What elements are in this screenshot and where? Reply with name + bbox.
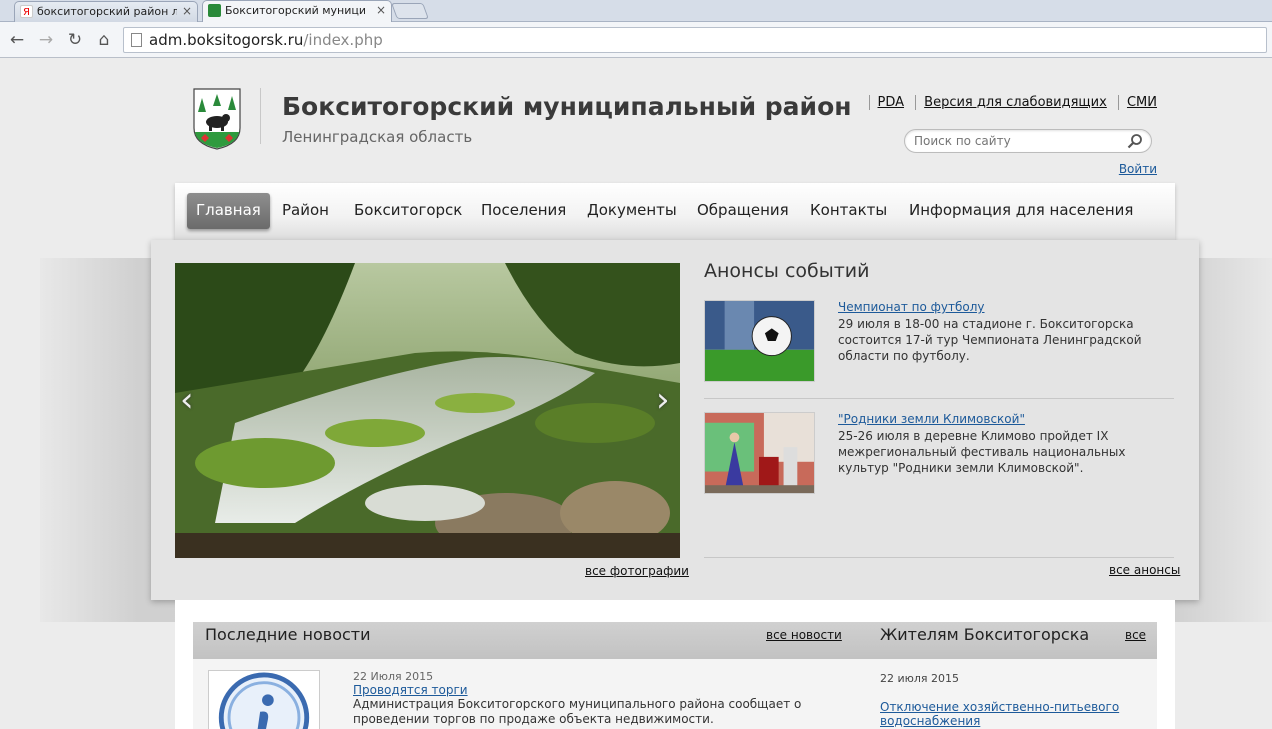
event-description: 29 июля в 18-00 на стадионе г. Бокситого… (838, 317, 1142, 363)
tab-title: Бокситогорский муниципал (225, 4, 365, 17)
events-title: Анонсы событий (704, 260, 870, 282)
page-icon (131, 33, 142, 47)
media-link[interactable]: СМИ (1117, 95, 1157, 110)
menu-item-settlements[interactable]: Поселения (481, 193, 566, 229)
news-title-link[interactable]: Проводятся торги (353, 683, 468, 697)
event-title-link[interactable]: Чемпионат по футболу (838, 300, 985, 314)
top-links: PDA Версия для слабовидящих СМИ (862, 95, 1157, 110)
event-item: "Родники земли Климовской" 25-26 июля в … (704, 412, 1174, 496)
news-title: Последние новости (205, 625, 371, 644)
all-photos-link[interactable]: все фотографии (585, 564, 689, 578)
site-subtitle: Ленинградская область (282, 128, 473, 146)
festival-thumbnail[interactable] (704, 412, 815, 494)
residents-title: Жителям Бокситогорска (880, 625, 1090, 644)
home-icon[interactable]: ⌂ (94, 29, 114, 51)
coat-of-arms-logo (193, 88, 241, 150)
search-icon[interactable] (1127, 133, 1143, 149)
news-date: 22 Июля 2015 (353, 670, 434, 683)
menu-item-appeals[interactable]: Обращения (697, 193, 789, 229)
address-bar[interactable]: adm.boksitogorsk.ru/index.php (123, 27, 1267, 53)
search-input[interactable] (914, 134, 1114, 148)
browser-tab-2[interactable]: Бокситогорский муниципал × (202, 0, 392, 23)
new-tab-button[interactable] (391, 3, 429, 19)
coat-of-arms-icon (208, 4, 221, 17)
slider-next-button[interactable]: › (656, 380, 670, 420)
url-text: adm.boksitogorsk.ru/index.php (149, 31, 383, 49)
slider-prev-button[interactable]: ‹ (180, 380, 194, 420)
menu-item-home[interactable]: Главная (187, 193, 270, 229)
event-separator (704, 398, 1174, 399)
close-icon[interactable]: × (182, 2, 192, 21)
tab-title: бокситогорский район лени (37, 5, 177, 18)
event-description: 25-26 июля в деревне Климово пройдет IX … (838, 429, 1126, 475)
menu-item-district[interactable]: Район (282, 193, 329, 229)
menu-item-contacts[interactable]: Контакты (810, 193, 887, 229)
residents-item-link[interactable]: Отключение хозяйственно-питьевого водосн… (880, 700, 1120, 728)
forward-arrow-icon[interactable]: → (36, 29, 56, 51)
news-text: Администрация Бокситогорского муниципаль… (353, 697, 802, 726)
events-bottom-separator (704, 557, 1174, 558)
menu-item-boksitogorsk[interactable]: Бокситогорск (354, 193, 462, 229)
site-title: Бокситогорский муниципальный район (282, 92, 852, 121)
close-icon[interactable]: × (376, 1, 386, 20)
football-thumbnail[interactable] (704, 300, 815, 382)
accessibility-link[interactable]: Версия для слабовидящих (915, 95, 1107, 110)
info-thumbnail[interactable] (208, 670, 320, 729)
menu-item-info[interactable]: Информация для населения (909, 193, 1133, 229)
all-news-link[interactable]: все новости (766, 628, 842, 642)
main-menu: Главная Район Бокситогорск Поселения Док… (175, 183, 1175, 241)
reload-icon[interactable]: ↻ (65, 29, 85, 51)
browser-toolbar: ← → ↻ ⌂ adm.boksitogorsk.ru/index.php (0, 22, 1272, 58)
logo-divider (260, 88, 261, 144)
login-link[interactable]: Войти (1119, 162, 1157, 176)
all-events-link[interactable]: все анонсы (1109, 563, 1180, 577)
pda-link[interactable]: PDA (868, 95, 905, 110)
back-arrow-icon[interactable]: ← (7, 29, 27, 51)
browser-tab-bar: Я бокситогорский район лени × Бокситогор… (0, 0, 1272, 23)
event-item: Чемпионат по футболу 29 июля в 18-00 на … (704, 300, 1174, 384)
yandex-icon: Я (20, 5, 33, 18)
menu-item-documents[interactable]: Документы (587, 193, 677, 229)
event-title-link[interactable]: "Родники земли Климовской" (838, 412, 1025, 426)
all-residents-link[interactable]: все (1125, 628, 1146, 642)
photo-slider[interactable] (175, 263, 680, 558)
search-box (904, 129, 1152, 153)
browser-tab-1[interactable]: Я бокситогорский район лени × (14, 1, 198, 22)
residents-date: 22 июля 2015 (880, 672, 960, 685)
